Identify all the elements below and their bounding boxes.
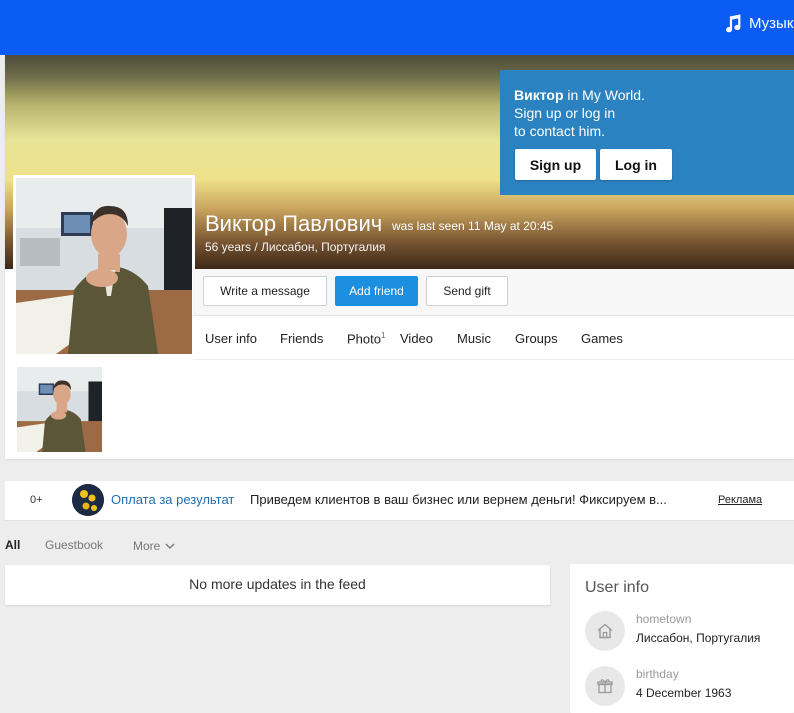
photo-thumbnail[interactable] — [17, 367, 102, 452]
thumbnail-photo — [17, 367, 102, 452]
tab-photo[interactable]: Photo1 — [347, 331, 385, 346]
signup-button[interactable]: Sign up — [515, 149, 596, 180]
music-link[interactable]: Музык — [722, 13, 793, 34]
promo-user-name: Виктор — [514, 87, 564, 103]
music-note-icon — [725, 14, 741, 33]
tab-groups[interactable]: Groups — [515, 331, 558, 346]
feed-tab-all[interactable]: All — [5, 538, 20, 552]
ad-title-link[interactable]: Оплата за результат — [111, 492, 234, 507]
promo-line1: in My World. — [563, 87, 645, 103]
tab-user-info[interactable]: User info — [205, 331, 257, 346]
feed-tab-more[interactable]: More — [133, 539, 175, 553]
chevron-down-icon — [165, 543, 175, 549]
birthday-label: birthday — [636, 667, 679, 681]
profile-name: Виктор Павлович — [205, 211, 383, 236]
tab-games[interactable]: Games — [581, 331, 623, 346]
write-message-button[interactable]: Write a message — [203, 276, 327, 306]
photo-count: 1 — [380, 331, 386, 340]
feed-card: No more updates in the feed — [5, 565, 550, 605]
ad-description[interactable]: Приведем клиентов в ваш бизнес или верне… — [250, 492, 667, 507]
tab-photo-label: Photo — [347, 331, 381, 347]
music-link-label: Музык — [749, 15, 794, 32]
feed-tab-guestbook[interactable]: Guestbook — [45, 538, 103, 552]
ad-age-rating: 0+ — [30, 494, 43, 506]
send-gift-button[interactable]: Send gift — [426, 276, 508, 306]
ad-label-link[interactable]: Реклама — [718, 494, 762, 506]
ad-logo[interactable] — [72, 484, 104, 516]
promo-line3: to contact him. — [514, 123, 606, 139]
hometown-label: hometown — [636, 612, 692, 626]
avatar[interactable] — [13, 175, 195, 357]
top-navigation-bar — [0, 0, 794, 55]
last-seen-text: was last seen 11 May at 20:45 — [392, 219, 554, 233]
feed-empty-text: No more updates in the feed — [189, 576, 366, 592]
profile-photo — [16, 178, 192, 354]
tab-friends[interactable]: Friends — [280, 331, 323, 346]
ad-logo-image — [72, 484, 104, 516]
feed-tab-more-label: More — [133, 539, 161, 553]
gift-icon — [585, 666, 625, 706]
tab-music[interactable]: Music — [457, 331, 491, 346]
birthday-value: 4 December 1963 — [636, 686, 732, 700]
profile-subtitle: 56 years / Лиссабон, Португалия — [205, 240, 386, 254]
promo-line2: Sign up or log in — [514, 105, 616, 121]
promo-text: Виктор in My World. Sign up or log in to… — [514, 86, 645, 140]
tab-video[interactable]: Video — [400, 331, 433, 346]
hometown-value: Лиссабон, Португалия — [636, 631, 761, 645]
tab-divider — [193, 359, 794, 360]
login-button[interactable]: Log in — [600, 149, 672, 180]
user-info-title: User info — [585, 579, 650, 596]
add-friend-button[interactable]: Add friend — [335, 276, 418, 306]
home-icon — [585, 611, 625, 651]
